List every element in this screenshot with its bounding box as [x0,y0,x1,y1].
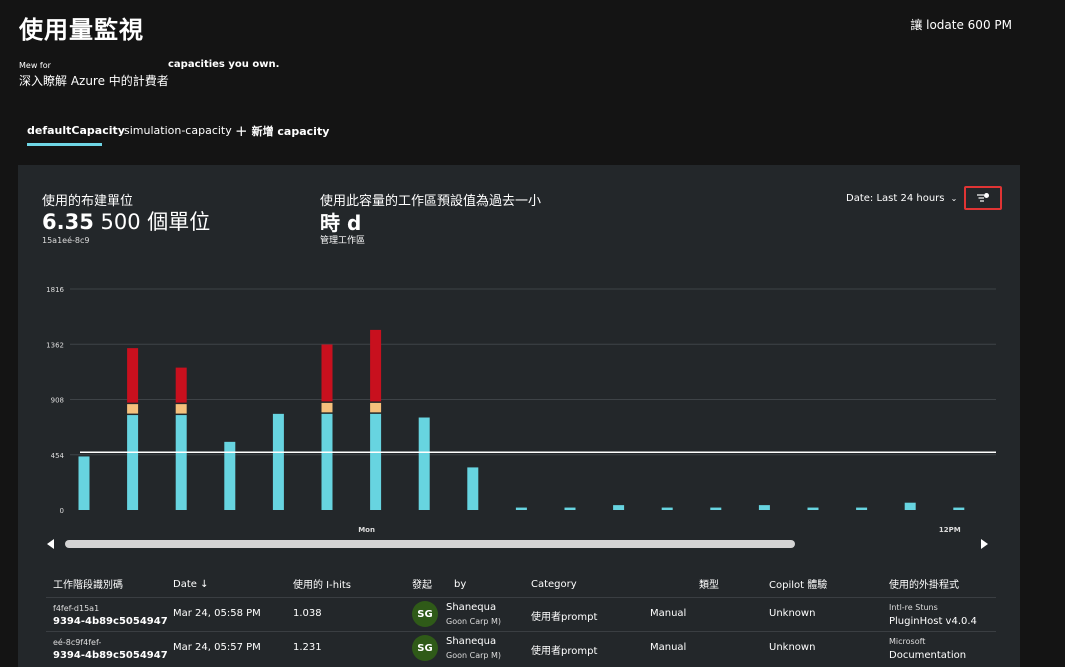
chart-bar-base [515,507,527,510]
header-session-id: 工作階段識別碼 [53,580,123,591]
chart-bar-base [758,505,770,510]
plugin-line2: Documentation [889,650,967,661]
tab-simulation-capacity[interactable]: simulation-capacity [124,124,232,137]
plugin-line2: PluginHost v4.0.4 [889,616,977,627]
plugin-line1: Microsoft [889,637,926,646]
active-tab-underline [27,143,102,146]
chart-bar-mid [127,404,139,414]
user-display-name: Shanequa [446,602,497,613]
header-category: Category [531,579,577,590]
usage-panel: 使用的布建單位 6.35 500 個單位 15a1eé-8c9 使用此容量的工作… [18,165,1020,667]
plugin-line1: Intl-re Stuns [889,603,938,612]
table-row[interactable]: f4fef-d15a1 9394-4b89c5054947 Mar 24, 05:… [46,597,996,631]
tab-label: simulation-capacity [124,124,232,137]
session-category: 使用者prompt [531,612,598,623]
header-copilot-experience: Copilot 體驗 [769,580,828,591]
chart-bar-top [321,344,333,402]
avatar: SG [412,601,438,627]
chart-bar-base [127,415,139,510]
sort-down-icon: ↓ [200,579,209,590]
add-capacity-button[interactable]: + 新增 capacity [235,122,329,140]
page-title: 使用量監視 [19,16,144,44]
chart-bar-base [321,413,333,510]
chart-bar-base [807,507,819,510]
avatar: SG [412,635,438,661]
chart-bar-base [904,502,916,510]
chart-bar-base [370,413,382,510]
usage-bar-chart: 0 454 908 1362 1816 Mon 12PM [46,286,996,534]
copilot-experience: Unknown [769,608,816,619]
plus-icon: + [235,122,248,140]
chart-bar-mid [321,402,333,413]
chart-bar-base [661,507,673,510]
session-date: Mar 24, 05:57 PM [173,642,261,653]
table-row[interactable]: eé-8c9f4fef- 9394-4b89c5054947 Mar 24, 05… [46,631,996,665]
header-initiated: 發起 [412,580,432,591]
plugins-used: Microsoft Documentation [889,635,966,663]
update-time-text: 讓 lodate 600 PM [910,18,1012,32]
header-units: 使用的 I-hits [293,580,351,591]
session-id-line2: 9394-4b89c5054947 [53,650,168,661]
session-date: Mar 24, 05:58 PM [173,608,261,619]
chart-bar-base [856,507,868,510]
y-tick-label: 908 [51,397,64,405]
session-id: f4fef-d15a1 9394-4b89c5054947 [53,602,168,628]
scrollbar-thumb[interactable] [65,540,795,548]
y-tick-label: 454 [51,452,65,460]
chart-bar-base [272,413,284,510]
chart-bar-top [175,367,187,403]
chart-bar-base [175,415,187,510]
y-tick-label: 1816 [46,286,64,294]
chart-bar-top [127,348,139,403]
tab-label: defaultCapacity [27,124,125,137]
session-category: 使用者prompt [531,646,598,657]
session-type: Manual [650,642,687,653]
add-capacity-label: 新增 capacity [251,125,330,138]
chart-bar-base [78,456,90,510]
user-org: Goon Carp M) [446,651,502,660]
user-name: Shanequa Goon Carp M) [446,601,501,629]
user-org: Goon Carp M) [446,617,502,626]
chart-bar-base [710,507,722,510]
chart-bar-base [467,467,479,510]
plugins-used: Intl-re Stuns PluginHost v4.0.4 [889,601,977,629]
session-units: 1.038 [293,608,322,619]
tab-default-capacity[interactable]: defaultCapacity [27,124,125,146]
header-by: by [454,579,467,590]
session-id: eé-8c9f4fef- 9394-4b89c5054947 [53,636,168,662]
chart-bar-base [418,417,430,510]
session-units: 1.231 [293,642,322,653]
subtitle-link[interactable]: 深入瞭解 Azure 中的計費者 [19,72,169,89]
chart-bar-mid [175,404,187,414]
session-id-line1: eé-8c9f4fef- [53,638,102,647]
copilot-experience: Unknown [769,642,816,653]
chart-bar-base [613,505,625,510]
header-date-label: Date [173,579,197,590]
user-name: Shanequa Goon Carp M) [446,635,501,663]
chart-bar-base [564,507,576,510]
x-tick-label: Mon [358,526,375,534]
y-tick-label: 0 [60,507,64,515]
header-plugins: 使用的外掛程式 [889,580,959,591]
chart-bar-top [370,329,382,402]
chart-scrollbar[interactable] [63,539,973,549]
x-tick-label: 12PM [939,526,961,534]
chart-bar-base [953,507,965,510]
header-type: 類型 [699,580,719,591]
session-id-line2: 9394-4b89c5054947 [53,616,168,627]
session-id-line1: f4fef-d15a1 [53,604,100,613]
session-type: Manual [650,608,687,619]
subtitle-small: Mew for [19,61,51,70]
user-display-name: Shanequa [446,636,497,647]
chart-bar-mid [370,402,382,413]
header-date[interactable]: Date ↓ [173,579,208,590]
subtitle-bold: capacities you own. [168,59,280,70]
y-tick-label: 1362 [46,341,64,349]
scroll-left-arrow[interactable] [47,539,54,549]
scroll-right-arrow[interactable] [981,539,988,549]
